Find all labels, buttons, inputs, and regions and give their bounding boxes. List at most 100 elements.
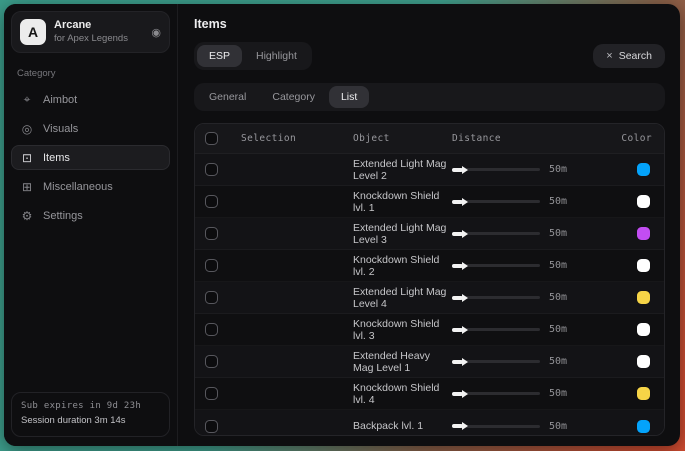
table-row: Knockdown Shield lvl. 3 50m	[195, 314, 664, 346]
view-tab-list[interactable]: List	[329, 86, 369, 108]
row-checkbox[interactable]	[205, 387, 218, 400]
discord-icon[interactable]: ◉	[151, 26, 161, 39]
slider-thumb[interactable]	[462, 262, 468, 270]
sub-expiry-text: Sub expires in 9d 23h	[21, 400, 160, 414]
distance-cell: 50m	[452, 421, 604, 432]
color-cell	[604, 323, 654, 336]
sidebar-item-label: Items	[43, 152, 70, 164]
row-checkbox[interactable]	[205, 195, 218, 208]
brand-card: A Arcane for Apex Legends ◉	[11, 11, 170, 53]
distance-slider[interactable]	[452, 264, 540, 267]
column-selection: Selection	[241, 133, 353, 144]
table-body: Extended Light Mag Level 2 50m	[195, 154, 664, 436]
color-swatch[interactable]	[637, 291, 650, 304]
distance-value: 50m	[549, 324, 567, 335]
distance-cell: 50m	[452, 356, 604, 367]
app-window: A Arcane for Apex Legends ◉ Category ⌖ A…	[4, 4, 680, 446]
slider-thumb[interactable]	[462, 166, 468, 174]
sidebar-item-label: Miscellaneous	[43, 181, 113, 193]
object-name: Backpack lvl. 1	[353, 420, 452, 432]
color-swatch[interactable]	[637, 323, 650, 336]
distance-slider[interactable]	[452, 360, 540, 363]
object-name: Knockdown Shield lvl. 3	[353, 318, 452, 342]
slider-thumb[interactable]	[462, 230, 468, 238]
sidebar-item-icon: ⊡	[20, 151, 34, 165]
object-name: Extended Heavy Mag Level 1	[353, 350, 452, 374]
sidebar-item-settings[interactable]: ⚙ Settings	[11, 203, 170, 228]
row-checkbox[interactable]	[205, 355, 218, 368]
sidebar-item-aimbot[interactable]: ⌖ Aimbot	[11, 87, 170, 112]
sidebar-item-miscellaneous[interactable]: ⊞ Miscellaneous	[11, 174, 170, 199]
search-button[interactable]: × Search	[593, 44, 665, 68]
sidebar-item-items[interactable]: ⊡ Items	[11, 145, 170, 170]
distance-value: 50m	[549, 228, 567, 239]
color-swatch[interactable]	[637, 227, 650, 240]
distance-slider[interactable]	[452, 328, 540, 331]
column-object: Object	[353, 133, 452, 144]
row-checkbox[interactable]	[205, 259, 218, 272]
color-cell	[604, 163, 654, 176]
slider-thumb[interactable]	[462, 198, 468, 206]
color-swatch[interactable]	[637, 163, 650, 176]
session-duration-text: Session duration 3m 14s	[21, 414, 160, 429]
color-swatch[interactable]	[637, 420, 650, 433]
slider-thumb[interactable]	[462, 326, 468, 334]
page-title: Items	[194, 17, 665, 31]
sidebar-item-visuals[interactable]: ◎ Visuals	[11, 116, 170, 141]
slider-thumb[interactable]	[462, 294, 468, 302]
distance-slider[interactable]	[452, 425, 540, 428]
distance-slider[interactable]	[452, 296, 540, 299]
distance-slider[interactable]	[452, 232, 540, 235]
session-info-card: Sub expires in 9d 23h Session duration 3…	[11, 392, 170, 437]
app-subtitle: for Apex Legends	[54, 33, 143, 45]
row-checkbox[interactable]	[205, 163, 218, 176]
sidebar-item-icon: ⌖	[20, 92, 34, 107]
color-swatch[interactable]	[637, 355, 650, 368]
view-tab-general[interactable]: General	[197, 86, 258, 108]
table-row: Extended Heavy Mag Level 1 50m	[195, 346, 664, 378]
object-name: Extended Light Mag Level 4	[353, 286, 452, 310]
distance-value: 50m	[549, 356, 567, 367]
row-checkbox[interactable]	[205, 291, 218, 304]
row-checkbox[interactable]	[205, 227, 218, 240]
main-content: Items ESP Highlight × Search General Cat…	[178, 4, 680, 446]
object-name: Extended Light Mag Level 3	[353, 222, 452, 246]
mode-tab-highlight[interactable]: Highlight	[244, 45, 309, 67]
distance-value: 50m	[549, 421, 567, 432]
color-swatch[interactable]	[637, 387, 650, 400]
slider-thumb[interactable]	[462, 390, 468, 398]
view-tabs: General Category List	[194, 83, 665, 111]
distance-cell: 50m	[452, 228, 604, 239]
mode-tabs: ESP Highlight	[194, 42, 312, 70]
slider-thumb[interactable]	[462, 422, 468, 430]
color-cell	[604, 227, 654, 240]
x-icon: ×	[606, 50, 612, 62]
color-swatch[interactable]	[637, 195, 650, 208]
slider-thumb[interactable]	[462, 358, 468, 366]
distance-value: 50m	[549, 292, 567, 303]
row-checkbox[interactable]	[205, 420, 218, 433]
mode-tab-esp[interactable]: ESP	[197, 45, 242, 67]
distance-slider[interactable]	[452, 200, 540, 203]
sidebar-item-label: Aimbot	[43, 94, 77, 106]
object-name: Extended Light Mag Level 2	[353, 158, 452, 182]
distance-slider[interactable]	[452, 392, 540, 395]
distance-slider[interactable]	[452, 168, 540, 171]
table-row: Backpack lvl. 1 50m	[195, 410, 664, 436]
column-color: Color	[604, 133, 654, 144]
distance-cell: 50m	[452, 324, 604, 335]
select-all-checkbox[interactable]	[205, 132, 218, 145]
distance-value: 50m	[549, 164, 567, 175]
category-label: Category	[17, 68, 164, 79]
table-header: Selection Object Distance Color	[195, 124, 664, 154]
row-checkbox[interactable]	[205, 323, 218, 336]
view-tab-category[interactable]: Category	[260, 86, 327, 108]
app-title: Arcane	[54, 19, 143, 33]
color-swatch[interactable]	[637, 259, 650, 272]
object-name: Knockdown Shield lvl. 2	[353, 254, 452, 278]
brand-text: Arcane for Apex Legends	[54, 19, 143, 45]
search-button-label: Search	[619, 50, 652, 62]
object-name: Knockdown Shield lvl. 1	[353, 190, 452, 214]
color-cell	[604, 291, 654, 304]
app-logo: A	[20, 19, 46, 45]
